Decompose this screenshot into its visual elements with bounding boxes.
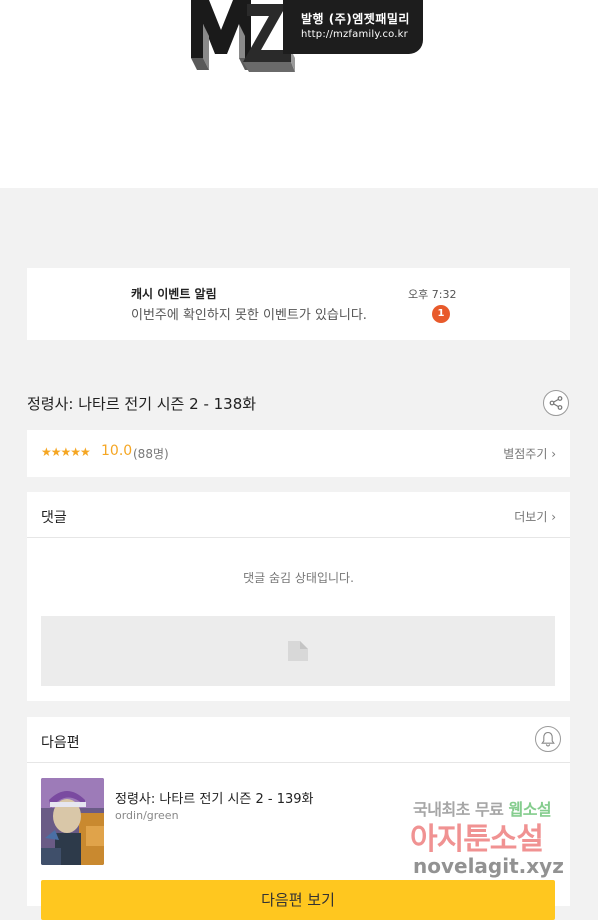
publisher-banner: 발행 (주)엠젯패밀리 http://mzfamily.co.kr — [0, 0, 598, 188]
notice-message: 이번주에 확인하지 못한 이벤트가 있습니다. — [131, 308, 367, 323]
ad-placeholder — [41, 616, 555, 686]
next-episode-thumbnail — [41, 778, 104, 865]
rate-button[interactable]: 별점주기 › — [503, 445, 556, 462]
rating-card: ★★★★★ 10.0 (88명) 별점주기 › — [27, 430, 570, 477]
rating-count: (88명) — [133, 447, 169, 461]
bell-icon — [541, 731, 555, 747]
comments-header: 댓글 — [41, 510, 67, 526]
comments-more-link[interactable]: 더보기 › — [514, 508, 556, 525]
watermark-domain: novelagit.xyz — [413, 854, 564, 878]
next-episode-header: 다음편 — [41, 735, 80, 751]
notice-time: 오후 7:32 — [408, 288, 457, 301]
next-episode-divider — [27, 762, 570, 763]
publisher-info-pill: 발행 (주)엠젯패밀리 http://mzfamily.co.kr — [283, 0, 423, 54]
event-notice-card[interactable]: 캐시 이벤트 알림 이번주에 확인하지 못한 이벤트가 있습니다. 오후 7:3… — [27, 268, 570, 340]
notice-count-badge: 1 — [432, 305, 450, 323]
rating-stars: ★★★★★ — [41, 445, 91, 459]
share-button[interactable] — [543, 390, 569, 416]
next-episode-author: ordin/green — [115, 809, 179, 822]
publisher-url: http://mzfamily.co.kr — [301, 29, 408, 40]
publisher-logo: 발행 (주)엠젯패밀리 http://mzfamily.co.kr — [183, 0, 425, 82]
comments-hidden-message: 댓글 숨김 상태입니다. — [243, 571, 354, 585]
next-episode-title: 정령사: 나타르 전기 시즌 2 - 139화 — [115, 792, 314, 807]
comments-divider — [27, 537, 570, 538]
publisher-name: 발행 (주)엠젯패밀리 — [301, 12, 410, 26]
thumbnail-art — [41, 778, 104, 865]
notification-button[interactable] — [535, 726, 561, 752]
episode-title: 정령사: 나타르 전기 시즌 2 - 138화 — [27, 395, 257, 413]
notice-title: 캐시 이벤트 알림 — [131, 287, 217, 301]
rating-score: 10.0 — [101, 443, 133, 459]
watermark-brand: 아지툰소설 — [410, 822, 544, 857]
image-placeholder-icon — [288, 641, 308, 661]
site-watermark: 국내최초 무료 웹소설 아지툰소설 novelagit.xyz — [410, 796, 580, 888]
share-icon — [549, 396, 563, 410]
comments-card: 댓글 더보기 › 댓글 숨김 상태입니다. — [27, 492, 570, 701]
